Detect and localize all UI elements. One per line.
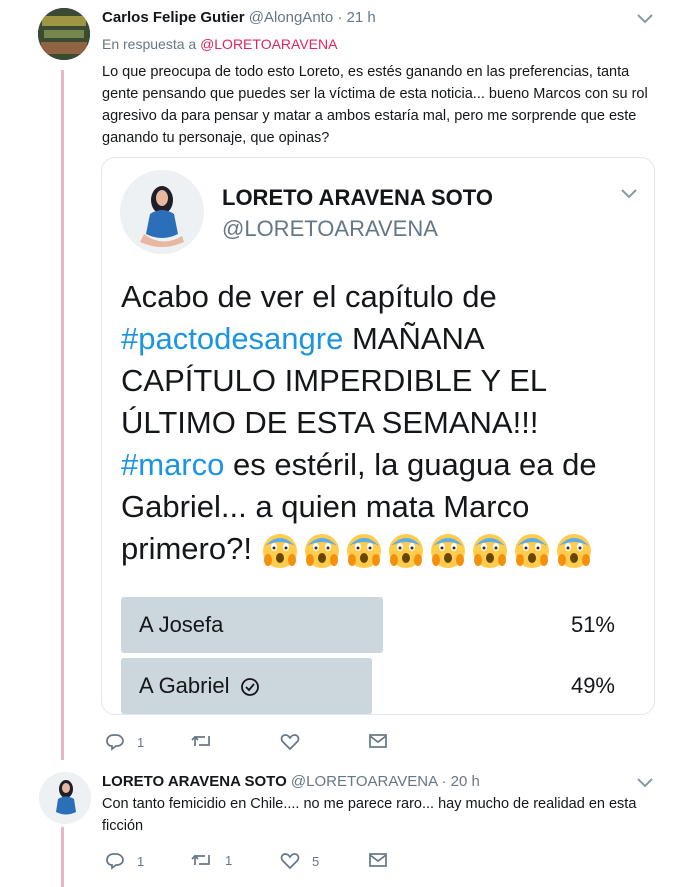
tweet-timestamp[interactable]: 20 h xyxy=(451,773,480,790)
tweet-timestamp[interactable]: 21 h xyxy=(347,9,376,26)
reply-count: 1 xyxy=(137,734,145,750)
quoted-tweet-text: Acabo de ver el capítulo de #pactodesang… xyxy=(121,276,621,570)
quoted-avatar-image xyxy=(120,170,204,254)
scream-face-icon xyxy=(472,533,507,568)
heart-icon xyxy=(280,853,300,870)
quoted-author-name[interactable]: LORETO ARAVENA SOTO xyxy=(222,185,493,211)
like-count: 5 xyxy=(312,853,320,869)
poll-option-label: A Gabriel xyxy=(139,673,260,699)
retweet-icon xyxy=(191,735,210,746)
scream-face-icon xyxy=(262,533,297,568)
reply-count: 1 xyxy=(137,853,145,869)
tweet-header: Carlos Felipe Gutier @AlongAnto · 21 h xyxy=(102,9,376,26)
reply-action[interactable]: 1 xyxy=(105,733,144,751)
scream-face-icon xyxy=(430,533,465,568)
poll-option-text: A Gabriel xyxy=(139,673,230,698)
poll-option-percent: 49% xyxy=(570,673,615,698)
like-action[interactable] xyxy=(280,733,312,751)
quoted-avatar[interactable] xyxy=(120,170,204,254)
scream-face-icon xyxy=(514,533,549,568)
direct-message-action[interactable] xyxy=(368,852,388,868)
author-name[interactable]: Carlos Felipe Gutier xyxy=(102,9,245,26)
scream-face-icon xyxy=(304,533,339,568)
reply-action[interactable]: 1 xyxy=(105,852,144,870)
scream-face-icon xyxy=(346,533,381,568)
tweet-body-text: Lo que preocupa de todo esto Loreto, es … xyxy=(102,64,648,146)
reply-context: En respuesta a @LORETOARAVENA xyxy=(102,36,337,52)
poll-option-percent: 51% xyxy=(570,612,615,637)
reply-mention-link[interactable]: @LORETOARAVENA xyxy=(200,36,337,52)
thread-connector-line-lower xyxy=(61,827,64,887)
direct-message-action[interactable] xyxy=(368,733,388,749)
hashtag-link[interactable]: #marco xyxy=(121,447,224,482)
poll-option-text: A Josefa xyxy=(139,612,224,637)
retweet-action[interactable] xyxy=(191,733,225,749)
envelope-icon xyxy=(369,734,387,748)
chevron-down-icon[interactable] xyxy=(636,777,654,789)
chevron-down-icon[interactable] xyxy=(620,188,638,200)
checkmark-circle-icon xyxy=(240,678,259,697)
avatar-image xyxy=(38,8,90,60)
poll-option-label: A Josefa xyxy=(139,612,223,638)
tweet-header: LORETO ARAVENA SOTO @LORETOARAVENA · 20 … xyxy=(102,773,480,790)
retweet-icon xyxy=(191,854,210,865)
thread-connector-line xyxy=(61,70,64,760)
tweet-body-text: Con tanto femicidio en Chile.... no me p… xyxy=(102,796,637,834)
envelope-icon xyxy=(369,853,387,867)
avatar[interactable] xyxy=(39,772,91,824)
reply-prefix: En respuesta a xyxy=(102,36,197,52)
scream-face-icon xyxy=(556,533,591,568)
heart-icon xyxy=(280,734,300,751)
author-name[interactable]: LORETO ARAVENA SOTO xyxy=(102,773,287,790)
quoted-text-part: Acabo de ver el capítulo de xyxy=(121,279,497,314)
author-handle[interactable]: @AlongAnto xyxy=(249,9,333,26)
reply-icon xyxy=(106,734,124,751)
avatar[interactable] xyxy=(38,8,90,60)
retweet-count: 1 xyxy=(225,852,233,868)
avatar-image xyxy=(39,772,91,824)
reply-icon xyxy=(106,853,124,870)
scream-face-icon xyxy=(388,533,423,568)
separator-dot: · xyxy=(441,773,447,790)
author-handle[interactable]: @LORETOARAVENA xyxy=(291,773,437,790)
hashtag-link[interactable]: #pactodesangre xyxy=(121,321,343,356)
retweet-action[interactable]: 1 xyxy=(191,852,232,868)
like-action[interactable]: 5 xyxy=(280,852,319,870)
separator-dot: · xyxy=(337,9,343,26)
emoji-row xyxy=(261,532,593,570)
chevron-down-icon[interactable] xyxy=(636,13,654,25)
quoted-author-handle[interactable]: @LORETOARAVENA xyxy=(222,216,438,242)
